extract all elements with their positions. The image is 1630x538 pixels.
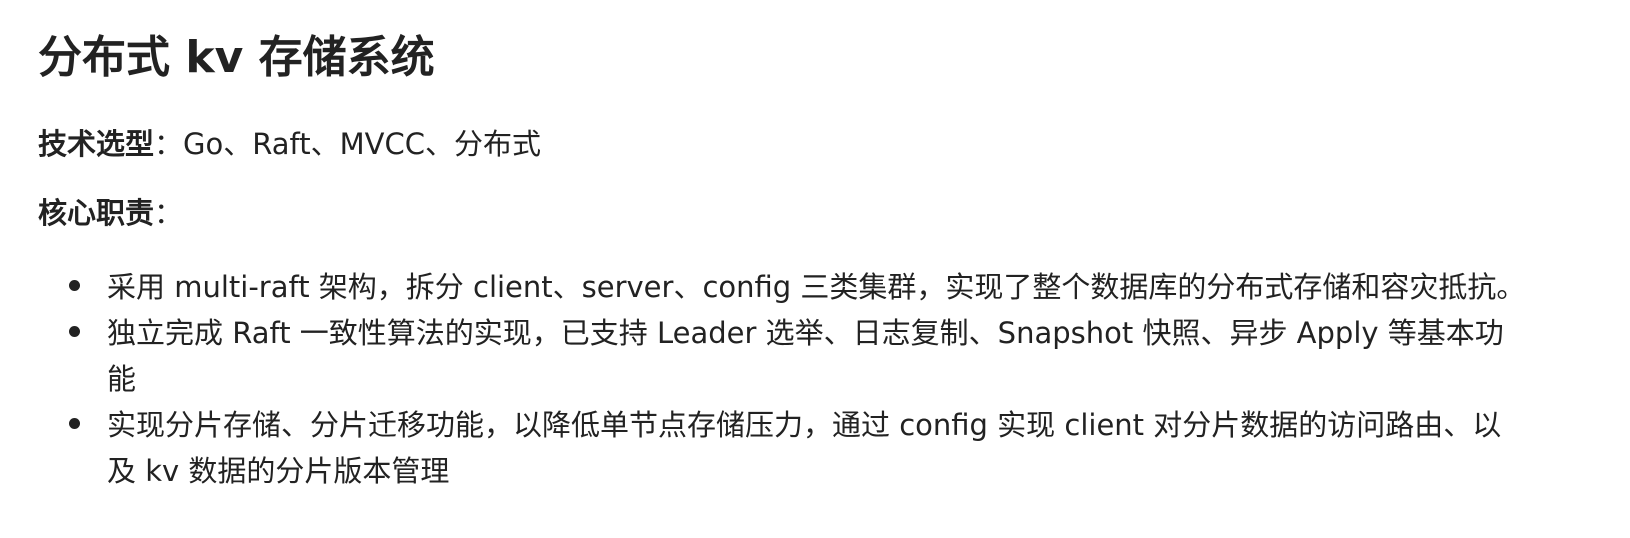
list-item-text: 实现分片存储、分片迁移功能，以降低单节点存储压力，通过 config 实现 cl… [107, 408, 1502, 488]
bullet-icon [69, 280, 80, 291]
tech-stack-line: 技术选型：Go、Raft、MVCC、分布式 [38, 124, 541, 164]
responsibilities-colon: ： [154, 196, 184, 230]
list-item: 独立完成 Raft 一致性算法的实现，已支持 Leader 选举、日志复制、Sn… [38, 310, 1527, 402]
tech-stack-value: Go、Raft、MVCC、分布式 [183, 127, 541, 161]
list-item: 实现分片存储、分片迁移功能，以降低单节点存储压力，通过 config 实现 cl… [38, 402, 1527, 494]
responsibilities-list: 采用 multi-raft 架构，拆分 client、server、config… [38, 264, 1618, 494]
list-item-text: 采用 multi-raft 架构，拆分 client、server、config… [107, 270, 1526, 304]
bullet-icon [69, 326, 80, 337]
responsibilities-label: 核心职责 [38, 196, 155, 230]
bullet-icon [69, 418, 80, 429]
tech-stack-colon: ： [154, 127, 184, 161]
project-title: 分布式 kv 存储系统 [38, 32, 435, 83]
tech-stack-label: 技术选型 [38, 127, 155, 161]
resume-project-section: 分布式 kv 存储系统 技术选型：Go、Raft、MVCC、分布式 核心职责： … [0, 0, 1630, 538]
list-item: 采用 multi-raft 架构，拆分 client、server、config… [38, 264, 1607, 310]
responsibilities-heading-line: 核心职责： [38, 193, 183, 233]
list-item-text: 独立完成 Raft 一致性算法的实现，已支持 Leader 选举、日志复制、Sn… [107, 316, 1504, 396]
